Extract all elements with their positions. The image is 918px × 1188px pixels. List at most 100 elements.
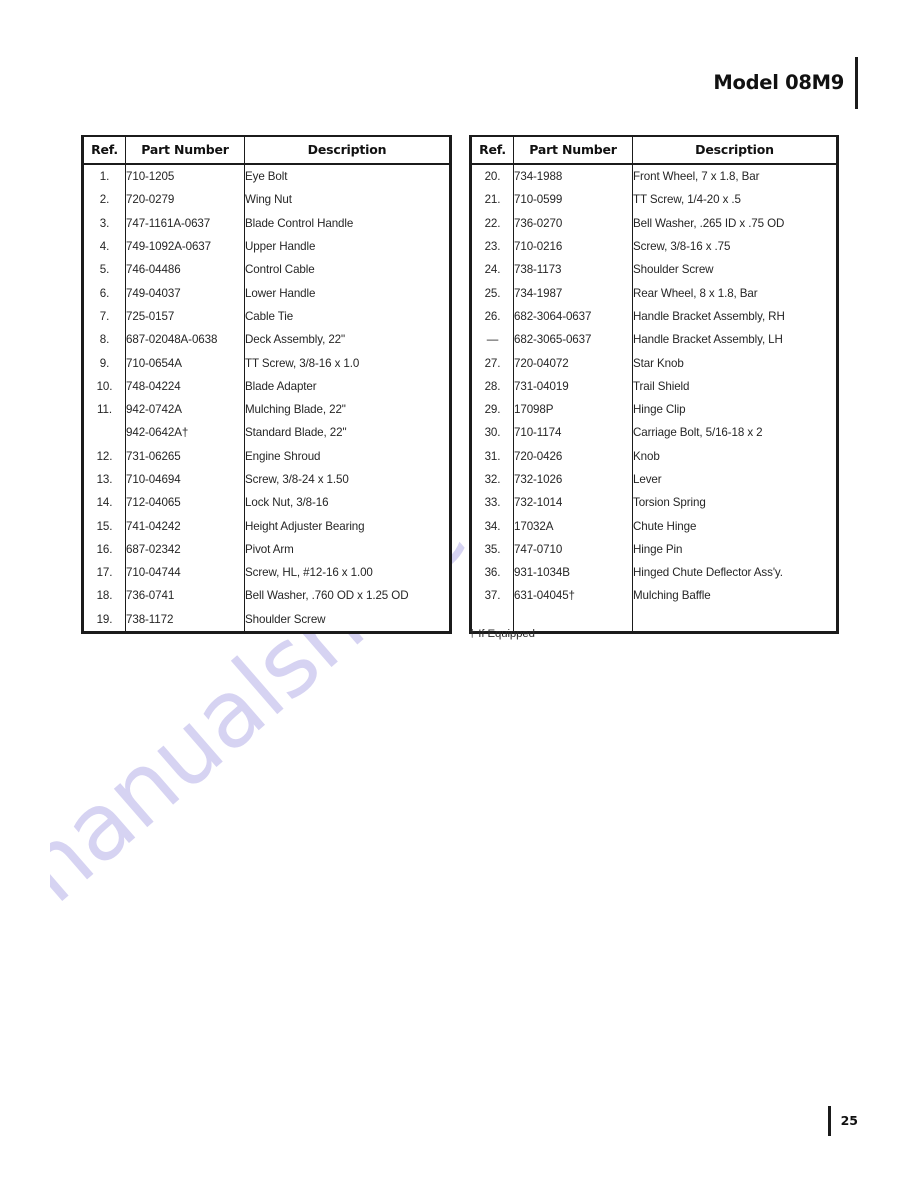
parts-table-left-wrapper: Ref. Part Number Description 1. 710-1205 E… (81, 135, 452, 634)
cell-description: TT Screw, 1/4-20 x .5 (633, 193, 741, 207)
table-row: 9. 710-0654A TT Screw, 3/8-16 x 1.0 (82, 351, 451, 375)
table-row: 17. 710-04744 Screw, HL, #12-16 x 1.00 (82, 561, 451, 585)
cell-description: Standard Blade, 22" (245, 426, 347, 440)
cell-part-number: 710-0654A (125, 351, 245, 375)
cell-description: Star Knob (633, 356, 684, 370)
cell-description: Knob (633, 449, 660, 463)
cell-ref: 2. (82, 188, 126, 212)
cell-description: Mulching Baffle (633, 589, 711, 603)
cell-description: Pivot Arm (245, 542, 294, 556)
cell-ref: 13. (82, 467, 126, 492)
footnote-if-equipped: † If Equipped (469, 628, 535, 640)
cell-part-number: 687-02342 (125, 537, 245, 562)
cell-part-number: 682-3065-0637 (513, 328, 633, 352)
cell-part-number: 736-0741 (125, 584, 245, 608)
cell-description: Screw, HL, #12-16 x 1.00 (245, 566, 373, 580)
cell-ref: 36. (470, 561, 514, 585)
cell-ref: 30. (470, 421, 514, 445)
cell-description: Control Cable (245, 263, 315, 277)
cell-ref: 7. (82, 304, 126, 329)
cell-part-number: 710-1205 (125, 164, 245, 189)
parts-table-right-body: 20. 734-1988 Front Wheel, 7 x 1.8, Bar 21. 7… (470, 164, 838, 633)
cell-description: Rear Wheel, 8 x 1.8, Bar (633, 286, 758, 300)
cell-description: Front Wheel, 7 x 1.8, Bar (633, 170, 760, 184)
table-row: 35. 747-0710 Hinge Pin (470, 537, 838, 562)
column-header-description: Description (632, 136, 838, 165)
cell-ref: 37. (470, 584, 514, 608)
table-row: 19. 738-1172 Shoulder Screw (82, 607, 451, 633)
table-row: 1. 710-1205 Eye Bolt (82, 164, 451, 189)
page-number: 25 (840, 1112, 858, 1128)
cell-description: Lever (633, 473, 662, 486)
column-header-ref: Ref. (470, 136, 514, 165)
table-row: 29. 17098P Hinge Clip (470, 397, 838, 422)
cell-description: Engine Shroud (245, 449, 321, 463)
table-row: 10. 748-04224 Blade Adapter (82, 374, 451, 398)
table-row: 26. 682-3064-0637 Handle Bracket Assembly,… (470, 304, 838, 329)
cell-description: Lock Nut, 3/8-16 (245, 496, 329, 510)
cell-ref: 11. (82, 397, 126, 422)
table-row: 942-0642A† Standard Blade, 22" (82, 421, 451, 445)
table-row: 30. 710-1174 Carriage Bolt, 5/16-18 x 2 (470, 421, 838, 445)
cell-part-number: 720-0279 (125, 188, 245, 212)
cell-ref (82, 421, 126, 445)
table-row: 6. 749-04037 Lower Handle (82, 281, 451, 305)
table-header-row: Ref. Part Number Description (470, 136, 838, 165)
cell-part-number: 710-04694 (125, 467, 245, 492)
cell-ref: 1. (82, 164, 126, 189)
cell-part-number: 747-0710 (513, 537, 633, 562)
cell-ref: 15. (82, 514, 126, 538)
cell-description: Handle Bracket Assembly, RH (633, 309, 785, 323)
cell-description: Shoulder Screw (245, 612, 326, 626)
cell-part-number: 747-1161A-0637 (125, 211, 245, 235)
cell-ref: 12. (82, 444, 126, 468)
cell-ref: 5. (82, 258, 126, 282)
table-row: 2. 720-0279 Wing Nut (82, 188, 451, 212)
cell-ref: 32. (470, 467, 514, 492)
cell-part-number: 720-0426 (513, 444, 633, 468)
cell-ref: 26. (470, 304, 514, 329)
cell-ref: 3. (82, 211, 126, 235)
table-row: 20. 734-1988 Front Wheel, 7 x 1.8, Bar (470, 164, 838, 189)
cell-description: Hinged Chute Deflector Ass'y. (633, 566, 783, 580)
cell-part-number: 682-3064-0637 (513, 304, 633, 329)
cell-part-number: 710-0599 (513, 188, 633, 212)
cell-part-number: 734-1988 (513, 164, 633, 189)
table-row: 16. 687-02342 Pivot Arm (82, 537, 451, 562)
cell-ref: 25. (470, 281, 514, 305)
cell-part-number: 17098P (513, 397, 633, 422)
table-row: —682-3065-0637 Handle Bracket Assembly, L… (470, 328, 838, 352)
cell-ref: 28. (470, 374, 514, 398)
page-footer: 25 (827, 1106, 858, 1136)
parts-table-left: Ref. Part Number Description 1. 710-1205 E… (81, 135, 452, 634)
table-row: 23. 710-0216 Screw, 3/8-16 x .75 (470, 234, 838, 259)
column-header-ref: Ref. (82, 136, 126, 165)
cell-part-number: 687-02048A-0638 (125, 328, 245, 352)
cell-part-number: 710-1174 (513, 421, 633, 445)
page-title: Model 08M9 (713, 71, 844, 95)
cell-part-number: 738-1172 (125, 607, 245, 633)
cell-part-number: 725-0157 (125, 304, 245, 329)
table-row: 22. 736-0270 Bell Washer, .265 ID x .75 OD (470, 211, 838, 235)
cell-ref: 4. (82, 234, 126, 259)
cell-part-number: 731-06265 (125, 444, 245, 468)
parts-table-right-wrapper: Ref. Part Number Description 20. 734-1988… (469, 135, 839, 634)
cell-description: Eye Bolt (245, 170, 288, 184)
table-row: 7. 725-0157 Cable Tie (82, 304, 451, 329)
table-row: 21. 710-0599 TT Screw, 1/4-20 x .5 (470, 188, 838, 212)
cell-description: Bell Washer, .265 ID x .75 OD (633, 216, 785, 230)
table-row: 11. 942-0742A Mulching Blade, 22" (82, 397, 451, 422)
header-rule-divider (855, 57, 858, 109)
cell-part-number: 710-0216 (513, 234, 633, 259)
cell-ref: 24. (470, 258, 514, 282)
cell-part-number: 720-04072 (513, 351, 633, 375)
cell-ref: 8. (82, 328, 126, 352)
cell-ref: — (470, 328, 514, 352)
cell-description: Torsion Spring (633, 496, 706, 510)
table-row: 4. 749-1092A-0637 Upper Handle (82, 234, 451, 259)
cell-part-number: 731-04019 (513, 374, 633, 398)
cell-ref: 33. (470, 491, 514, 515)
cell-ref: 17. (82, 561, 126, 585)
cell-description: Carriage Bolt, 5/16-18 x 2 (633, 426, 763, 440)
table-row: 36. 931-1034B Hinged Chute Deflector Ass'y… (470, 561, 838, 585)
